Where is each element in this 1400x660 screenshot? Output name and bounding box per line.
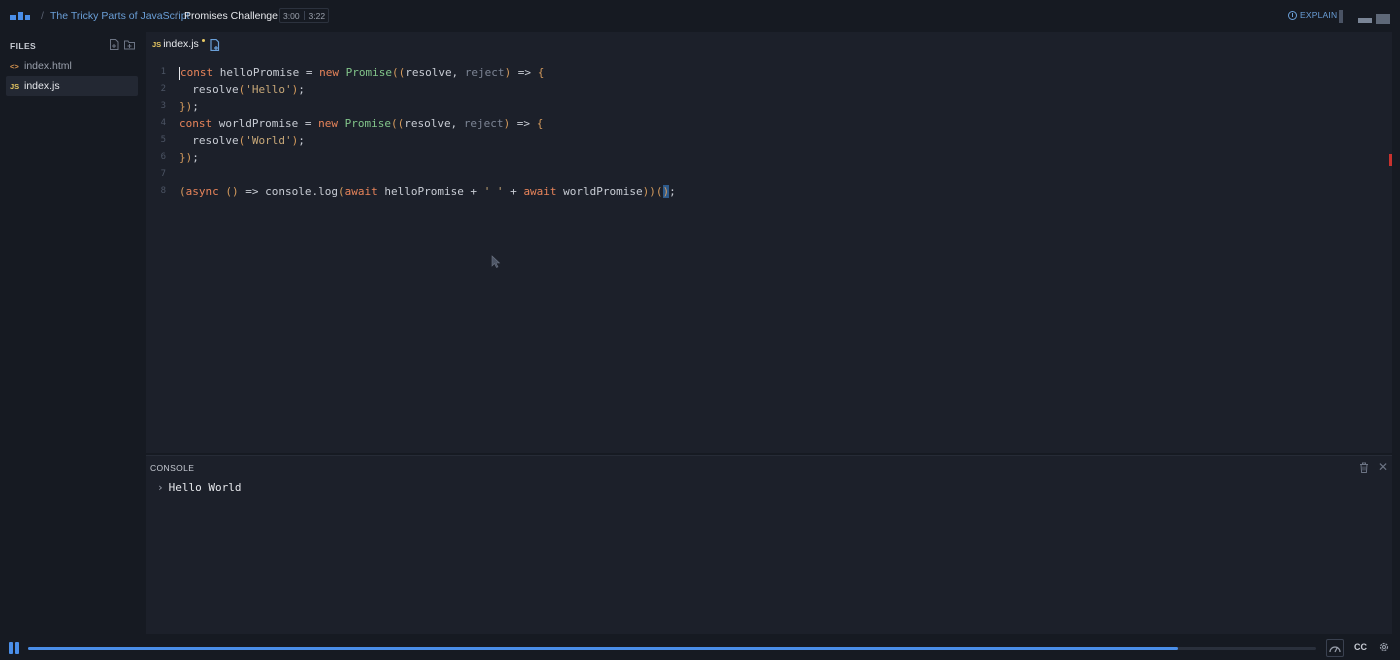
code-line-text: resolve('World'); xyxy=(179,134,305,147)
tab-label: index.js xyxy=(163,38,199,50)
scrollbar-error-marker xyxy=(1389,154,1392,166)
line-number: 5 xyxy=(160,135,166,145)
time-total: 3:22 xyxy=(308,10,326,21)
time-current: 3:00 xyxy=(283,10,300,21)
code-editor[interactable]: JS index.js 1 const helloPromise = new P… xyxy=(146,32,1392,453)
progress-fill xyxy=(28,647,1179,650)
breadcrumb-lesson-title: Promises Challenge xyxy=(184,10,278,22)
new-folder-icon[interactable] xyxy=(124,39,135,50)
layout-fullscreen-icon[interactable] xyxy=(1376,14,1390,24)
gear-icon[interactable] xyxy=(1378,641,1390,653)
code-line-text: resolve('Hello'); xyxy=(179,83,305,96)
close-icon[interactable]: ✕ xyxy=(1378,461,1388,473)
playback-speed-button[interactable] xyxy=(1326,639,1344,657)
code-line-text: (async () => console.log(await helloProm… xyxy=(179,185,676,198)
line-number: 4 xyxy=(160,118,166,128)
code-line-text: }); xyxy=(179,100,199,113)
file-name: index.html xyxy=(24,60,72,72)
explain-label: EXPLAIN xyxy=(1300,10,1338,20)
layout-console-icon[interactable] xyxy=(1358,18,1372,23)
time-display: 3:00 3:22 xyxy=(279,8,330,23)
unsaved-dot-icon xyxy=(201,38,205,42)
progress-track[interactable] xyxy=(28,647,1316,650)
pause-button[interactable] xyxy=(9,642,21,654)
code-line-text: }); xyxy=(179,151,199,164)
speed-icon xyxy=(1329,646,1341,653)
line-number: 1 xyxy=(160,67,166,77)
breadcrumb-separator: / xyxy=(175,10,178,22)
line-number: 3 xyxy=(160,101,166,111)
new-tab-file-icon[interactable] xyxy=(210,39,221,51)
pause-icon xyxy=(15,642,19,654)
code-line: 3 }); xyxy=(146,100,199,117)
scrimba-logo-icon[interactable] xyxy=(10,11,30,21)
trash-icon[interactable] xyxy=(1359,462,1369,473)
code-line: 8 (async () => console.log(await helloPr… xyxy=(146,185,676,202)
console-title: CONSOLE xyxy=(150,463,195,473)
code-line-text: const helloPromise = new Promise((resolv… xyxy=(179,66,545,80)
code-line: 4 const worldPromise = new Promise((reso… xyxy=(146,117,544,134)
pause-icon xyxy=(9,642,13,654)
line-number: 8 xyxy=(160,186,166,196)
file-item-index-js[interactable]: JS index.js xyxy=(6,76,138,96)
file-sidebar: FILES <> index.html JS index.js xyxy=(0,32,146,636)
code-line: 2 resolve('Hello'); xyxy=(146,83,305,100)
breadcrumb-separator: / xyxy=(41,10,44,22)
editor-tab-bar: JS index.js xyxy=(146,32,1392,58)
js-file-icon: JS xyxy=(152,39,162,49)
code-line: 6 }); xyxy=(146,151,199,168)
top-bar: / The Tricky Parts of JavaScript / Promi… xyxy=(0,0,1400,32)
console-prompt-icon: › xyxy=(157,481,164,494)
file-item-index-html[interactable]: <> index.html xyxy=(6,56,138,76)
time-divider xyxy=(303,11,305,20)
tab-index-js[interactable]: JS index.js xyxy=(152,38,205,50)
file-name: index.js xyxy=(24,80,60,92)
layout-sidebar-icon[interactable] xyxy=(1339,10,1343,23)
line-number: 7 xyxy=(160,169,166,179)
breadcrumb-course-link[interactable]: The Tricky Parts of JavaScript xyxy=(50,10,189,22)
info-icon xyxy=(1288,10,1297,20)
code-line: 7 xyxy=(146,168,166,185)
files-title: FILES xyxy=(10,41,37,51)
console-output-text: Hello World xyxy=(168,481,242,494)
mouse-pointer-icon xyxy=(491,255,501,268)
console-panel: CONSOLE ✕ › Hello World xyxy=(146,455,1392,634)
console-output-line: › Hello World xyxy=(157,481,241,494)
code-line: 1 const helloPromise = new Promise((reso… xyxy=(146,66,544,83)
captions-button[interactable]: CC xyxy=(1354,642,1367,652)
player-bar: CC xyxy=(0,636,1400,660)
line-number: 2 xyxy=(160,84,166,94)
line-number: 6 xyxy=(160,152,166,162)
explain-button[interactable]: EXPLAIN xyxy=(1288,10,1337,20)
new-file-icon[interactable] xyxy=(109,39,120,50)
code-line: 5 resolve('World'); xyxy=(146,134,305,151)
js-file-icon: JS xyxy=(10,81,20,91)
html-file-icon: <> xyxy=(10,61,19,71)
code-line-text: const worldPromise = new Promise((resolv… xyxy=(179,117,544,130)
